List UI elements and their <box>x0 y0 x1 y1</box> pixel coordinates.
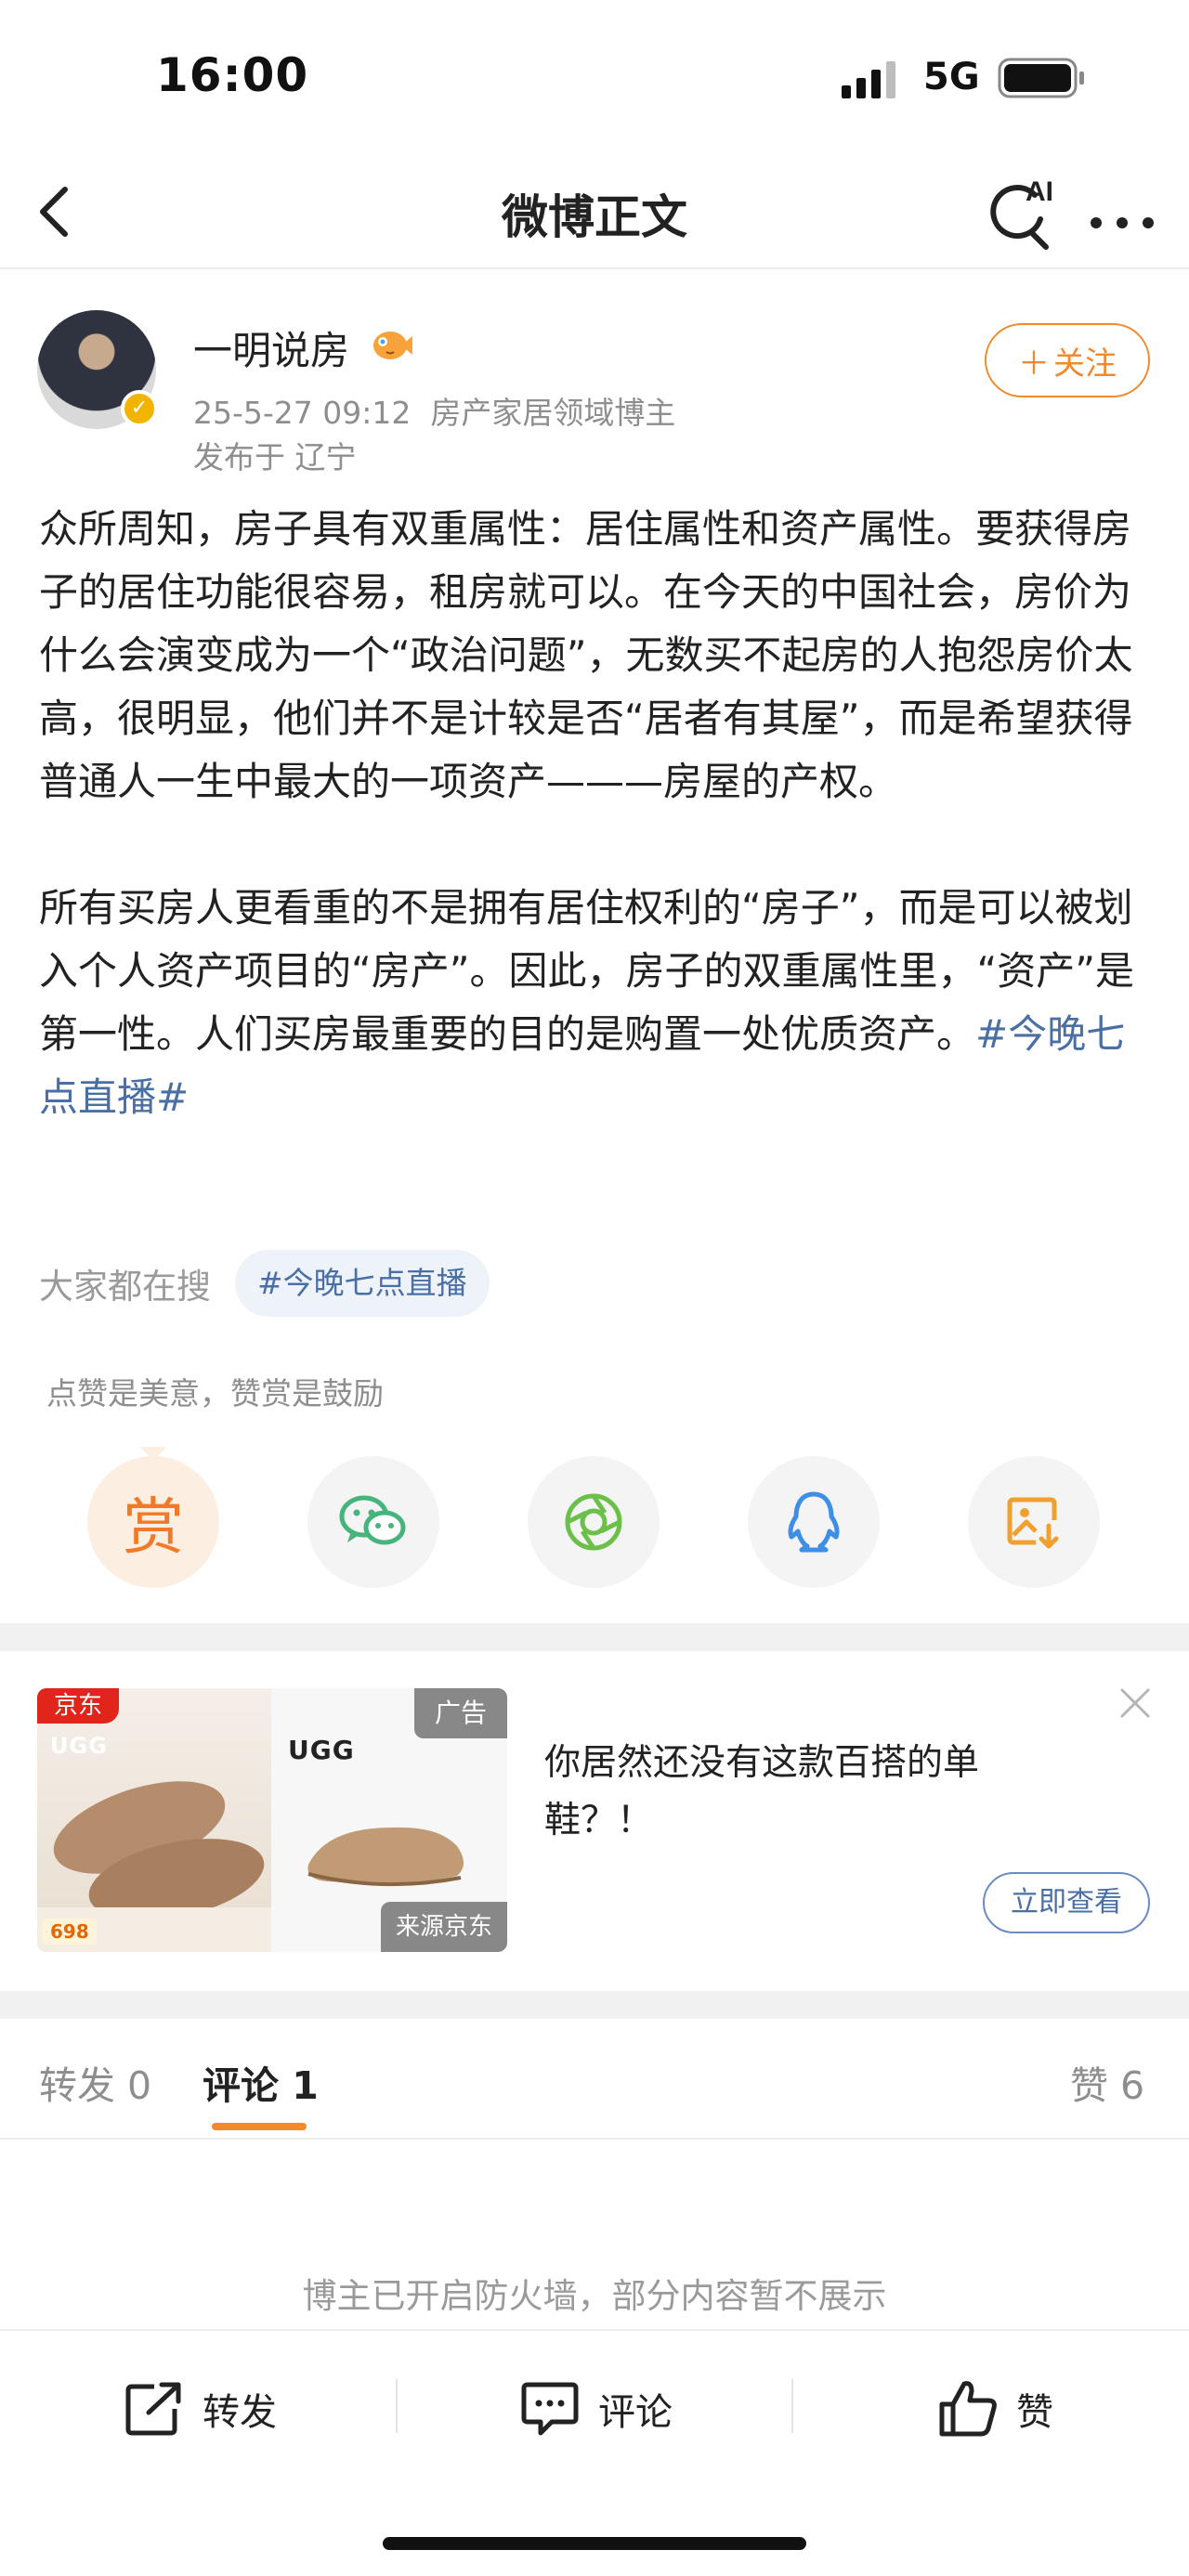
save-image-button[interactable] <box>968 1456 1100 1588</box>
hot-search-chip[interactable]: #今晚七点直播 <box>235 1250 490 1317</box>
ad-jd-label: 京东 <box>37 1688 120 1724</box>
network-type: 5G <box>923 56 980 98</box>
reward-char: 赏 <box>123 1491 184 1563</box>
ad-brand-right: UGG <box>288 1735 355 1765</box>
comment-label: 评论 <box>598 2391 673 2434</box>
post-paragraph: 所有买房人更看重的不是拥有居住权利的“房子”，而是可以被划入个人资产项目的“房产… <box>39 877 1154 1129</box>
action-separator <box>791 2379 793 2433</box>
post-paragraph-text: 所有买房人更看重的不是拥有居住权利的“房子”，而是可以被划入个人资产项目的“房产… <box>39 885 1135 1057</box>
author-tag: 房产家居领域博主 <box>430 395 676 431</box>
repost-button[interactable]: 转发 <box>123 2372 277 2446</box>
ad-tag: 广告 <box>414 1688 507 1738</box>
firewall-notice: 博主已开启防火墙，部分内容暂不展示 <box>302 2276 887 2316</box>
status-time: 16:00 <box>156 48 309 102</box>
tab-active-indicator <box>212 2123 307 2130</box>
verified-icon: ✓ <box>121 390 158 427</box>
repost-label: 转发 <box>203 2391 277 2434</box>
home-indicator <box>383 2537 806 2550</box>
ad-source: 来源京东 <box>381 1902 507 1952</box>
section-divider <box>0 1623 1189 1651</box>
tab-comment[interactable]: 评论 1 <box>203 2054 319 2110</box>
plus-icon: ＋ <box>1018 345 1050 383</box>
share-wechat-button[interactable] <box>307 1456 439 1588</box>
share-row: 赏 <box>0 1447 1189 1588</box>
repost-icon <box>125 2382 181 2436</box>
ad-cta-button[interactable]: 立即查看 <box>983 1872 1150 1933</box>
qq-icon <box>788 1491 840 1553</box>
tab-like[interactable]: 赞 6 <box>1070 2054 1144 2110</box>
ad-image[interactable]: UGG 698 UGG 京东 广告 来源京东 <box>37 1688 507 1952</box>
like-icon <box>939 2381 997 2437</box>
moments-icon <box>565 1493 622 1551</box>
author-header: ✓ 一明说房 25-5-27 09:12 房产家居领域博主 发布于 辽宁 ＋关注 <box>0 269 1189 483</box>
back-icon[interactable] <box>22 175 97 249</box>
tab-repost[interactable]: 转发 0 <box>39 2054 151 2110</box>
ad-brand-left: UGG <box>50 1733 108 1759</box>
post-paragraph: 众所周知，房子具有双重属性：居住属性和资产属性。要获得房子的居住功能很容易，租房… <box>39 506 1133 804</box>
save-image-icon <box>1007 1497 1059 1549</box>
signal-icon <box>842 61 895 98</box>
section-divider <box>0 1991 1189 2019</box>
fan-badge-icon <box>373 332 412 359</box>
like-button[interactable]: 赞 <box>936 2372 1053 2446</box>
ai-search-icon[interactable]: AI <box>973 167 1066 260</box>
status-bar: 16:00 5G <box>0 0 1189 158</box>
author-meta: 25-5-27 09:12 房产家居领域博主 <box>193 388 675 433</box>
more-icon[interactable] <box>1081 173 1165 256</box>
close-icon[interactable] <box>1115 1683 1156 1724</box>
reward-tip: 点赞是美意，赞赏是鼓励 <box>46 1375 384 1412</box>
share-moments-button[interactable] <box>528 1456 660 1588</box>
follow-button[interactable]: ＋关注 <box>985 323 1150 397</box>
wechat-icon <box>339 1495 406 1545</box>
action-separator <box>396 2379 398 2433</box>
ad-text[interactable]: 你居然还没有这款百搭的单鞋？！ <box>544 1735 1027 1850</box>
ad-card[interactable]: UGG 698 UGG 京东 广告 来源京东 你居然还没有这款百搭的单鞋？！ 立… <box>0 1653 1189 1991</box>
ad-image-left: UGG 698 <box>37 1688 271 1952</box>
comment-icon <box>521 2382 579 2436</box>
author-name[interactable]: 一明说房 <box>193 319 349 376</box>
post-timestamp: 25-5-27 09:12 <box>193 395 412 431</box>
comment-button[interactable]: 评论 <box>518 2372 673 2446</box>
hot-search-label: 大家都在搜 <box>39 1267 211 1307</box>
follow-label: 关注 <box>1053 345 1117 383</box>
reward-button[interactable]: 赏 <box>87 1456 219 1588</box>
interaction-tabs: 转发 0 评论 1 赞 6 <box>0 2017 1189 2140</box>
post-body: 众所周知，房子具有双重属性：居住属性和资产属性。要获得房子的居住功能很容易，租房… <box>39 498 1154 1129</box>
like-label: 赞 <box>1016 2391 1053 2434</box>
hot-search: 大家都在搜 #今晚七点直播 <box>39 1248 490 1319</box>
nav-bar: 微博正文 AI <box>0 158 1189 269</box>
post-location: 发布于 辽宁 <box>193 439 357 475</box>
bottom-action-bar: 转发 评论 赞 <box>0 2329 1189 2483</box>
avatar[interactable]: ✓ <box>37 310 158 429</box>
ad-price: 698 <box>43 1919 97 1945</box>
ai-label: AI <box>1026 176 1053 207</box>
share-qq-button[interactable] <box>748 1456 880 1588</box>
battery-icon <box>998 58 1084 98</box>
shoe-image-left <box>37 1781 271 1952</box>
